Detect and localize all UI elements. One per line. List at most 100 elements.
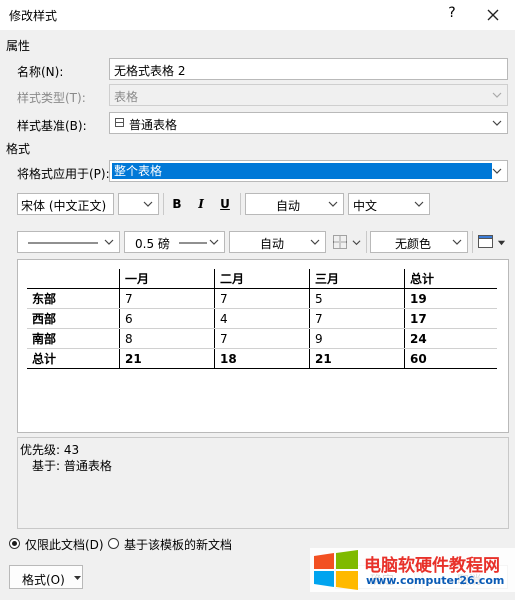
close-icon[interactable] [482, 4, 504, 26]
table-cell: 7 [214, 288, 310, 309]
watermark-url: www.computer26.com [366, 574, 505, 587]
style-preview: 一月 二月 三月 总计 东部 7 7 5 19 西部 6 4 7 17 南部 8… [17, 259, 509, 433]
table-cell: 21 [119, 348, 215, 369]
font-color-value: 自动 [276, 199, 301, 213]
line-weight-preview [179, 242, 207, 244]
table-cell: 4 [214, 308, 310, 329]
toolbar-divider [366, 231, 367, 253]
table-cell: 19 [404, 288, 497, 309]
chevron-down-icon [74, 576, 81, 580]
watermark-title: 电脑软硬件教程网 [364, 556, 500, 576]
table-cell: 总计 [404, 269, 497, 289]
priority-text: 优先级: 43 [20, 443, 80, 457]
chevron-down-icon [310, 239, 320, 245]
chevron-down-icon [104, 239, 114, 245]
bold-button[interactable]: B [167, 193, 187, 215]
chevron-down-icon [328, 201, 338, 207]
table-cell: 18 [214, 348, 310, 369]
toolbar-divider [163, 193, 164, 215]
table-style-icon [115, 118, 124, 127]
name-value: 无格式表格 2 [114, 64, 186, 78]
border-style-select[interactable] [17, 231, 120, 253]
windows-logo-icon [314, 550, 358, 590]
style-type-label: 样式类型(T): [17, 91, 86, 105]
table-cell: 5 [309, 288, 405, 309]
table-cell: 南部 [27, 328, 120, 349]
chevron-down-icon [209, 239, 219, 245]
table-cell: 7 [214, 328, 310, 349]
script-value: 中文 [353, 199, 378, 213]
table-cell: 二月 [214, 269, 310, 289]
help-button[interactable]: ? [442, 5, 462, 25]
name-label: 名称(N): [17, 65, 64, 79]
table-cell: 总计 [27, 348, 120, 369]
table-row: 总计 21 18 21 60 [27, 348, 497, 369]
font-select[interactable]: 宋体 (中文正文) [17, 193, 114, 215]
table-cell: 8 [119, 328, 215, 349]
window-title: 修改样式 [9, 9, 58, 23]
template-radio[interactable] [108, 538, 119, 549]
format-section-title: 格式 [6, 142, 31, 156]
apply-to-label: 将格式应用于(P): [17, 167, 110, 181]
underline-button[interactable]: U [215, 193, 235, 215]
chevron-down-icon [452, 239, 462, 245]
font-color-select[interactable]: 自动 [245, 193, 344, 215]
title-bar [0, 0, 515, 30]
template-label[interactable]: 基于该模板的新文档 [124, 536, 232, 553]
table-cell: 60 [404, 348, 497, 369]
font-value: 宋体 (中文正文) [21, 199, 107, 213]
chevron-down-icon[interactable] [497, 238, 506, 247]
watermark: 电脑软硬件教程网 www.computer26.com [310, 548, 515, 592]
toolbar-divider [472, 231, 473, 253]
style-base-select[interactable]: 普通表格 [109, 112, 508, 134]
style-base-value: 普通表格 [129, 118, 178, 132]
style-base-label: 样式基准(B): [17, 119, 87, 133]
table-cell: 24 [404, 328, 497, 349]
table-cell: 21 [309, 348, 405, 369]
script-select[interactable]: 中文 [348, 193, 430, 215]
table-cell: 6 [119, 308, 215, 329]
style-type-select: 表格 [109, 84, 508, 106]
format-menu-button[interactable]: 格式(O) [9, 565, 83, 589]
table-cell: 西部 [27, 308, 120, 329]
borders-icon[interactable] [333, 235, 347, 249]
chevron-down-icon[interactable] [352, 238, 361, 247]
table-row: 西部 6 4 7 17 [27, 308, 497, 329]
chevron-down-icon [143, 201, 153, 207]
font-size-select[interactable] [118, 193, 159, 215]
table-cell [27, 269, 120, 289]
shading-select[interactable]: 无颜色 [370, 231, 468, 253]
this-document-label[interactable]: 仅限此文档(D) [25, 536, 104, 553]
chevron-down-icon [414, 201, 424, 207]
name-input[interactable]: 无格式表格 2 [109, 58, 508, 80]
table-cell: 7 [119, 288, 215, 309]
chevron-down-icon [492, 92, 502, 98]
format-button-label: 格式(O) [22, 573, 65, 587]
table-cell: 9 [309, 328, 405, 349]
chevron-down-icon [492, 168, 502, 174]
based-on-text: 基于: 普通表格 [32, 459, 112, 473]
table-cell: 东部 [27, 288, 120, 309]
apply-to-select[interactable]: 整个表格 [109, 160, 508, 182]
toolbar-divider [240, 193, 241, 215]
border-color-select[interactable]: 自动 [229, 231, 326, 253]
style-type-value: 表格 [114, 90, 139, 104]
line-style-preview [28, 242, 98, 244]
table-row: 东部 7 7 5 19 [27, 288, 497, 309]
style-description: 优先级: 43 基于: 普通表格 [17, 437, 509, 529]
preview-table: 一月 二月 三月 总计 东部 7 7 5 19 西部 6 4 7 17 南部 8… [27, 269, 497, 369]
table-cell: 一月 [119, 269, 215, 289]
table-row: 南部 8 7 9 24 [27, 328, 497, 349]
border-weight-select[interactable]: 0.5 磅 [124, 231, 225, 253]
italic-button[interactable]: I [191, 193, 211, 215]
shading-value: 无颜色 [395, 237, 432, 251]
table-cell: 17 [404, 308, 497, 329]
table-row: 一月 二月 三月 总计 [27, 269, 497, 289]
border-weight-value: 0.5 磅 [135, 237, 170, 251]
table-properties-icon[interactable] [478, 235, 493, 248]
chevron-down-icon [492, 120, 502, 126]
properties-section-title: 属性 [6, 39, 31, 53]
border-color-value: 自动 [260, 237, 285, 251]
apply-to-value: 整个表格 [112, 163, 492, 179]
this-document-radio[interactable] [9, 538, 20, 549]
